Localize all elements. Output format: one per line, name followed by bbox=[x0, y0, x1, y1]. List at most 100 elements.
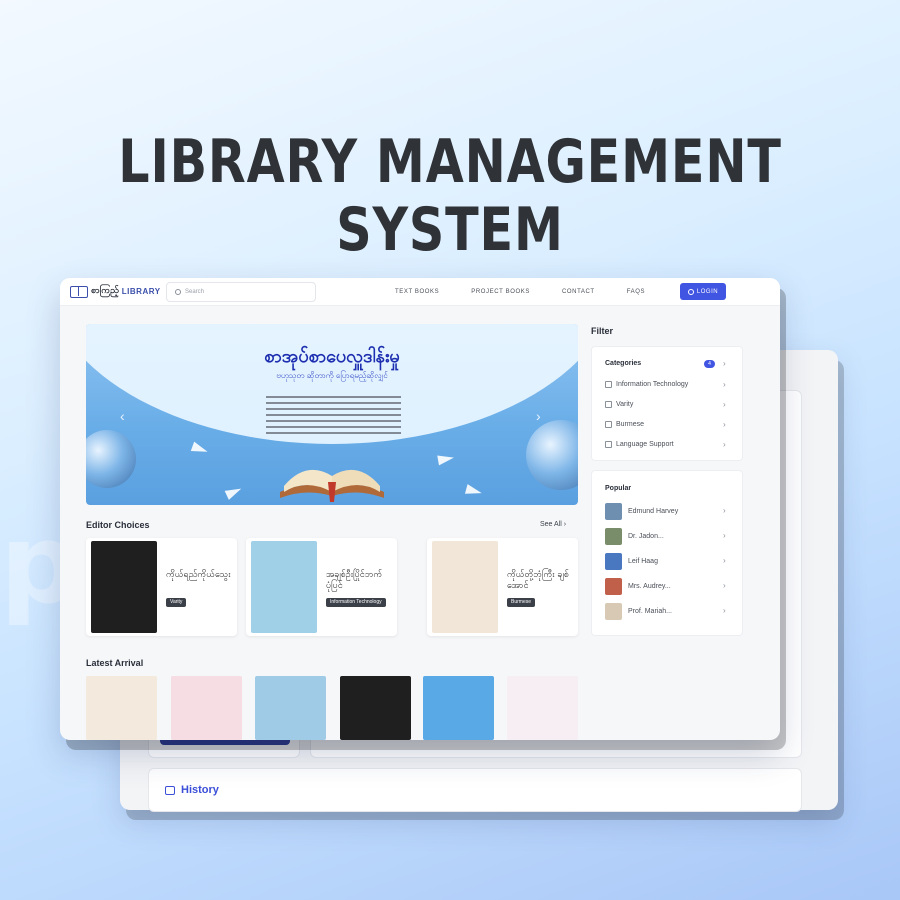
hero-banner[interactable]: စာအုပ်စာပေလှူဒါန်းမှု ဗဟုသုတ ဆိုတာကို ပြ… bbox=[86, 324, 578, 505]
categories-label: Categories bbox=[605, 360, 642, 367]
search-icon bbox=[175, 288, 181, 295]
categories-count-badge: 4 bbox=[704, 360, 715, 368]
paper-plane-icon bbox=[190, 441, 210, 457]
banner-title: စာအုပ်စာပေလှူဒါန်းမှု bbox=[264, 346, 400, 367]
banner-subtitle: ဗဟုသုတ ဆိုတာကို ပြောရမည့်ဆိုလျှင် bbox=[276, 371, 388, 380]
category-label: Burmese bbox=[616, 421, 645, 428]
banner-text-lines bbox=[266, 392, 401, 438]
logo[interactable]: စာကြည့် LIBRARY bbox=[70, 285, 166, 298]
navbar: စာကြည့် LIBRARY Search TEXT BOOKS PROJEC… bbox=[60, 278, 780, 306]
chevron-right-icon[interactable]: › bbox=[723, 606, 726, 615]
chevron-right-icon[interactable]: › bbox=[723, 380, 726, 389]
editor-choice-card[interactable]: အချစ်ဦးပြိုင်ဘက် ပုံပြင် Information Tec… bbox=[246, 538, 397, 636]
category-badge: Information Technology bbox=[326, 598, 386, 607]
see-all-link[interactable]: See All › bbox=[540, 521, 566, 528]
search-placeholder: Search bbox=[185, 288, 205, 295]
chevron-right-icon[interactable]: › bbox=[723, 420, 726, 429]
popular-author-item[interactable]: Edmund Harvey bbox=[605, 503, 678, 520]
paper-plane-icon bbox=[224, 484, 244, 500]
login-button[interactable]: LOGIN bbox=[680, 283, 726, 300]
book-title: အချစ်ဦးပြိုင်ဘက် ပုံပြင် bbox=[326, 570, 383, 591]
paper-plane-icon bbox=[464, 484, 484, 498]
popular-card: Popular Edmund Harvey › Dr. Jadon... › L… bbox=[591, 470, 743, 636]
nav-link-contact[interactable]: CONTACT bbox=[562, 289, 595, 295]
book-title: ကိုယ်တို့ဘုံကြီး ချစ်အောင် bbox=[507, 570, 569, 591]
hero-title-line1: LIBRARY MANAGEMENT bbox=[118, 127, 782, 197]
avatar bbox=[605, 528, 622, 545]
app-window: စာကြည့် LIBRARY Search TEXT BOOKS PROJEC… bbox=[60, 278, 780, 740]
chevron-right-icon[interactable]: › bbox=[723, 359, 726, 368]
editor-choices-title: Editor Choices bbox=[86, 520, 150, 530]
chevron-left-icon[interactable]: ‹ bbox=[120, 408, 125, 424]
nav-links: TEXT BOOKS PROJECT BOOKS CONTACT FAQS bbox=[395, 278, 677, 306]
chevron-right-icon[interactable]: › bbox=[723, 506, 726, 515]
tag-icon bbox=[605, 421, 612, 428]
history-icon bbox=[165, 785, 175, 795]
popular-author-item[interactable]: Prof. Mariah... bbox=[605, 603, 672, 620]
book-icon bbox=[70, 285, 88, 298]
chevron-right-icon[interactable]: › bbox=[723, 581, 726, 590]
logo-text: LIBRARY bbox=[121, 287, 161, 296]
category-badge: Varity bbox=[166, 598, 187, 607]
latest-book-cover[interactable] bbox=[86, 676, 157, 740]
user-icon bbox=[687, 288, 694, 295]
author-name: Dr. Jadon... bbox=[628, 533, 664, 540]
hero-title: LIBRARY MANAGEMENT SYSTEM bbox=[81, 128, 819, 264]
editor-choice-card[interactable]: ကိုယ်တို့ဘုံကြီး ချစ်အောင် Burmese bbox=[427, 538, 578, 636]
avatar bbox=[605, 553, 622, 570]
history-card[interactable]: History bbox=[148, 768, 802, 812]
chevron-right-icon: › bbox=[563, 521, 567, 528]
categories-card: Categories 4 › Information Technology › … bbox=[591, 346, 743, 461]
paper-plane-icon bbox=[437, 452, 455, 466]
category-item[interactable]: Language Support bbox=[605, 441, 674, 448]
chevron-right-icon[interactable]: › bbox=[723, 531, 726, 540]
globe-right-image bbox=[526, 420, 578, 490]
category-item[interactable]: Varity bbox=[605, 401, 633, 408]
author-name: Prof. Mariah... bbox=[628, 608, 672, 615]
nav-link-text-books[interactable]: TEXT BOOKS bbox=[395, 289, 439, 295]
popular-author-item[interactable]: Mrs. Audrey... bbox=[605, 578, 671, 595]
latest-book-cover[interactable] bbox=[255, 676, 326, 740]
history-label: History bbox=[181, 784, 219, 796]
category-label: Varity bbox=[616, 401, 634, 408]
latest-book-cover[interactable] bbox=[423, 676, 494, 740]
avatar bbox=[605, 603, 622, 620]
tag-icon bbox=[605, 401, 612, 408]
latest-book-cover[interactable] bbox=[507, 676, 578, 740]
category-label: Information Technology bbox=[616, 381, 689, 388]
open-book-image bbox=[280, 469, 384, 502]
latest-arrival-title: Latest Arrival bbox=[86, 658, 144, 668]
book-cover bbox=[251, 541, 317, 633]
category-badge: Burmese bbox=[507, 598, 536, 607]
author-name: Mrs. Audrey... bbox=[628, 583, 671, 590]
category-label: Language Support bbox=[616, 441, 674, 448]
author-name: Edmund Harvey bbox=[628, 508, 679, 515]
book-cover bbox=[432, 541, 498, 633]
popular-label: Popular bbox=[605, 485, 632, 492]
search-input[interactable]: Search bbox=[166, 281, 316, 302]
tag-icon bbox=[605, 441, 612, 448]
popular-author-item[interactable]: Leif Haag bbox=[605, 553, 658, 570]
chevron-right-icon[interactable]: › bbox=[723, 440, 726, 449]
latest-book-cover[interactable] bbox=[171, 676, 242, 740]
login-label: LOGIN bbox=[696, 288, 719, 295]
book-title: ကိုယ်ရည်ကိုယ်သွေး bbox=[166, 570, 231, 580]
category-item[interactable]: Information Technology bbox=[605, 381, 688, 388]
hero-title-line2: SYSTEM bbox=[336, 195, 564, 265]
chevron-right-icon[interactable]: › bbox=[723, 556, 726, 565]
editor-choice-card[interactable]: ကိုယ်ရည်ကိုယ်သွေး Varity bbox=[86, 538, 237, 636]
book-cover bbox=[91, 541, 157, 633]
nav-link-project-books[interactable]: PROJECT BOOKS bbox=[471, 289, 530, 295]
nav-link-faqs[interactable]: FAQS bbox=[627, 289, 645, 295]
category-item[interactable]: Burmese bbox=[605, 421, 644, 428]
tag-icon bbox=[605, 381, 612, 388]
author-name: Leif Haag bbox=[628, 558, 658, 565]
chevron-right-icon[interactable]: › bbox=[723, 400, 726, 409]
avatar bbox=[605, 578, 622, 595]
globe-left-image bbox=[86, 430, 136, 488]
popular-author-item[interactable]: Dr. Jadon... bbox=[605, 528, 664, 545]
chevron-right-icon[interactable]: › bbox=[536, 408, 541, 424]
avatar bbox=[605, 503, 622, 520]
see-all-label: See All bbox=[540, 521, 562, 528]
latest-book-cover[interactable] bbox=[340, 676, 411, 740]
